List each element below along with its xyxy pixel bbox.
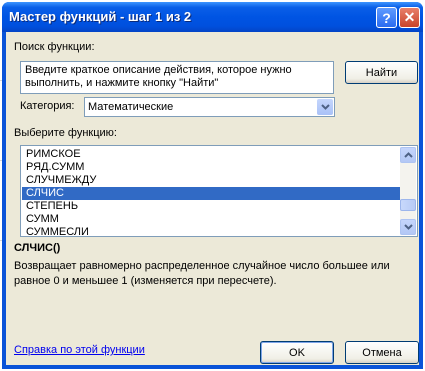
function-list-scrollbar[interactable] (400, 147, 416, 235)
find-button[interactable]: Найти (345, 61, 418, 84)
list-item[interactable]: СЛУЧМЕЖДУ (22, 174, 400, 187)
chevron-down-icon (320, 104, 330, 110)
category-select[interactable]: Математические (84, 97, 335, 117)
close-button[interactable]: ✕ (399, 7, 420, 28)
category-value: Математические (88, 101, 174, 113)
list-item-selected[interactable]: СЛЧИС (22, 187, 400, 200)
ok-button[interactable]: OK (260, 341, 334, 364)
scroll-up-button[interactable] (400, 147, 416, 163)
close-icon: ✕ (403, 9, 416, 25)
list-item[interactable]: РЯД.СУММ (22, 161, 400, 174)
category-label: Категория: (20, 100, 75, 112)
dialog-body: Поиск функции: Введите краткое описание … (6, 32, 419, 365)
chevron-down-icon (403, 224, 413, 230)
function-list[interactable]: РИМСКОЕ РЯД.СУММ СЛУЧМЕЖДУ СЛЧИС СТЕПЕНЬ… (20, 145, 418, 237)
list-item[interactable]: СТЕПЕНЬ (22, 200, 400, 213)
scroll-thumb[interactable] (400, 199, 416, 211)
help-button[interactable]: ? (376, 7, 397, 28)
search-label: Поиск функции: (14, 41, 95, 53)
list-item[interactable]: РИМСКОЕ (22, 148, 400, 161)
chevron-up-icon (403, 152, 413, 158)
search-input[interactable]: Введите краткое описание действия, котор… (20, 61, 334, 94)
scroll-down-button[interactable] (400, 219, 416, 235)
help-icon: ? (382, 9, 391, 26)
function-help-link[interactable]: Справка по этой функции (14, 344, 145, 356)
function-wizard-dialog: Мастер функций - шаг 1 из 2 ? ✕ Поиск фу… (2, 2, 423, 369)
title-bar[interactable]: Мастер функций - шаг 1 из 2 ? ✕ (2, 2, 423, 32)
function-signature: СЛЧИС() (14, 242, 61, 254)
category-dropdown-button[interactable] (317, 99, 333, 115)
function-list-label: Выберите функцию: (14, 127, 117, 139)
function-description: Возвращает равномерно распределенное слу… (14, 260, 390, 287)
list-item[interactable]: СУММЕСЛИ (22, 226, 400, 236)
cancel-button[interactable]: Отмена (345, 341, 419, 364)
window-title: Мастер функций - шаг 1 из 2 (9, 9, 192, 24)
list-item[interactable]: СУММ (22, 213, 400, 226)
